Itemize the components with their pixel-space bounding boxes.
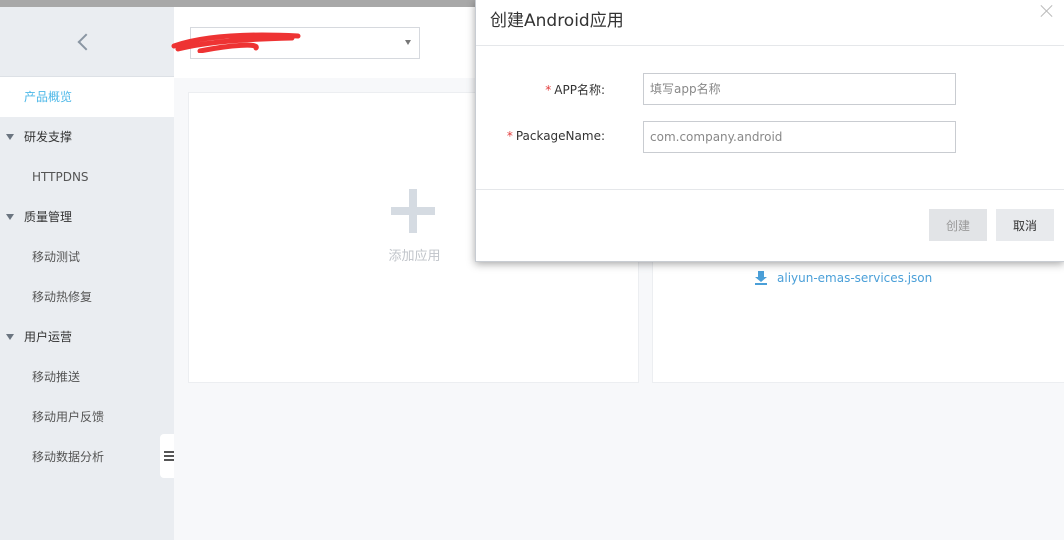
sidebar-item-analytics[interactable]: 移动数据分析: [0, 437, 174, 477]
package-name-row: * PackageName:: [476, 121, 1064, 153]
required-mark: *: [545, 83, 552, 97]
triangle-down-icon: [6, 334, 14, 340]
app-name-label: * APP名称:: [545, 83, 605, 97]
menu-icon: [164, 451, 174, 461]
sidebar-item-hotfix[interactable]: 移动热修复: [0, 277, 174, 317]
cancel-button[interactable]: 取消: [996, 209, 1054, 241]
chevron-left-icon[interactable]: [77, 33, 95, 50]
sidebar-item-label: 产品概览: [24, 90, 73, 104]
sidebar-item-feedback[interactable]: 移动用户反馈: [0, 397, 174, 437]
sidebar-item-label: HTTPDNS: [32, 170, 89, 184]
close-icon[interactable]: [1040, 4, 1054, 18]
redaction-scribble: [171, 32, 301, 53]
sidebar-item-httpdns[interactable]: HTTPDNS: [0, 157, 174, 197]
sidebar-group-quality[interactable]: 质量管理: [0, 197, 174, 237]
plus-icon: [389, 189, 437, 233]
sidebar-item-label: 移动热修复: [32, 290, 93, 304]
sidebar-group-dev-support[interactable]: 研发支撑: [0, 117, 174, 157]
sidebar-item-label: 移动用户反馈: [32, 410, 105, 424]
sidebar-group-label: 研发支撑: [24, 130, 73, 144]
dialog-title: 创建Android应用: [490, 11, 624, 31]
app-name-input[interactable]: [643, 73, 956, 105]
sidebar-item-label: 移动测试: [32, 250, 81, 264]
sidebar-group-label: 用户运营: [24, 330, 73, 344]
sidebar-item-push[interactable]: 移动推送: [0, 357, 174, 397]
config-file-name: aliyun-emas-services.json: [777, 271, 933, 285]
triangle-down-icon: [6, 214, 14, 220]
dialog-footer-divider: [476, 189, 1064, 190]
sidebar-item-label: 移动数据分析: [32, 450, 105, 464]
sidebar-group-label: 质量管理: [24, 210, 73, 224]
required-mark: *: [506, 129, 513, 143]
config-download-link[interactable]: aliyun-emas-services.json: [755, 271, 932, 285]
sidebar-item-overview[interactable]: 产品概览: [0, 77, 174, 117]
package-name-label: * PackageName:: [506, 129, 605, 143]
sidebar-group-user-ops[interactable]: 用户运营: [0, 317, 174, 357]
dropdown-arrow-icon: [405, 40, 411, 45]
app-name-row: * APP名称:: [476, 73, 1064, 105]
package-name-input[interactable]: [643, 121, 956, 153]
sidebar-header: [0, 7, 174, 77]
create-android-app-dialog: 创建Android应用 *APP名称: *PackageName: 创建 取消: [475, 0, 1064, 262]
dialog-header-divider: [476, 45, 1064, 46]
download-icon: [755, 271, 767, 285]
create-button[interactable]: 创建: [929, 209, 987, 241]
top-strip: [0, 0, 480, 7]
triangle-down-icon: [6, 134, 14, 140]
sidebar-item-mobile-testing[interactable]: 移动测试: [0, 237, 174, 277]
sidebar: 产品概览 研发支撑 HTTPDNS 质量管理 移动测试 移动热修复 用户运营 移…: [0, 7, 174, 540]
sidebar-item-label: 移动推送: [32, 370, 81, 384]
